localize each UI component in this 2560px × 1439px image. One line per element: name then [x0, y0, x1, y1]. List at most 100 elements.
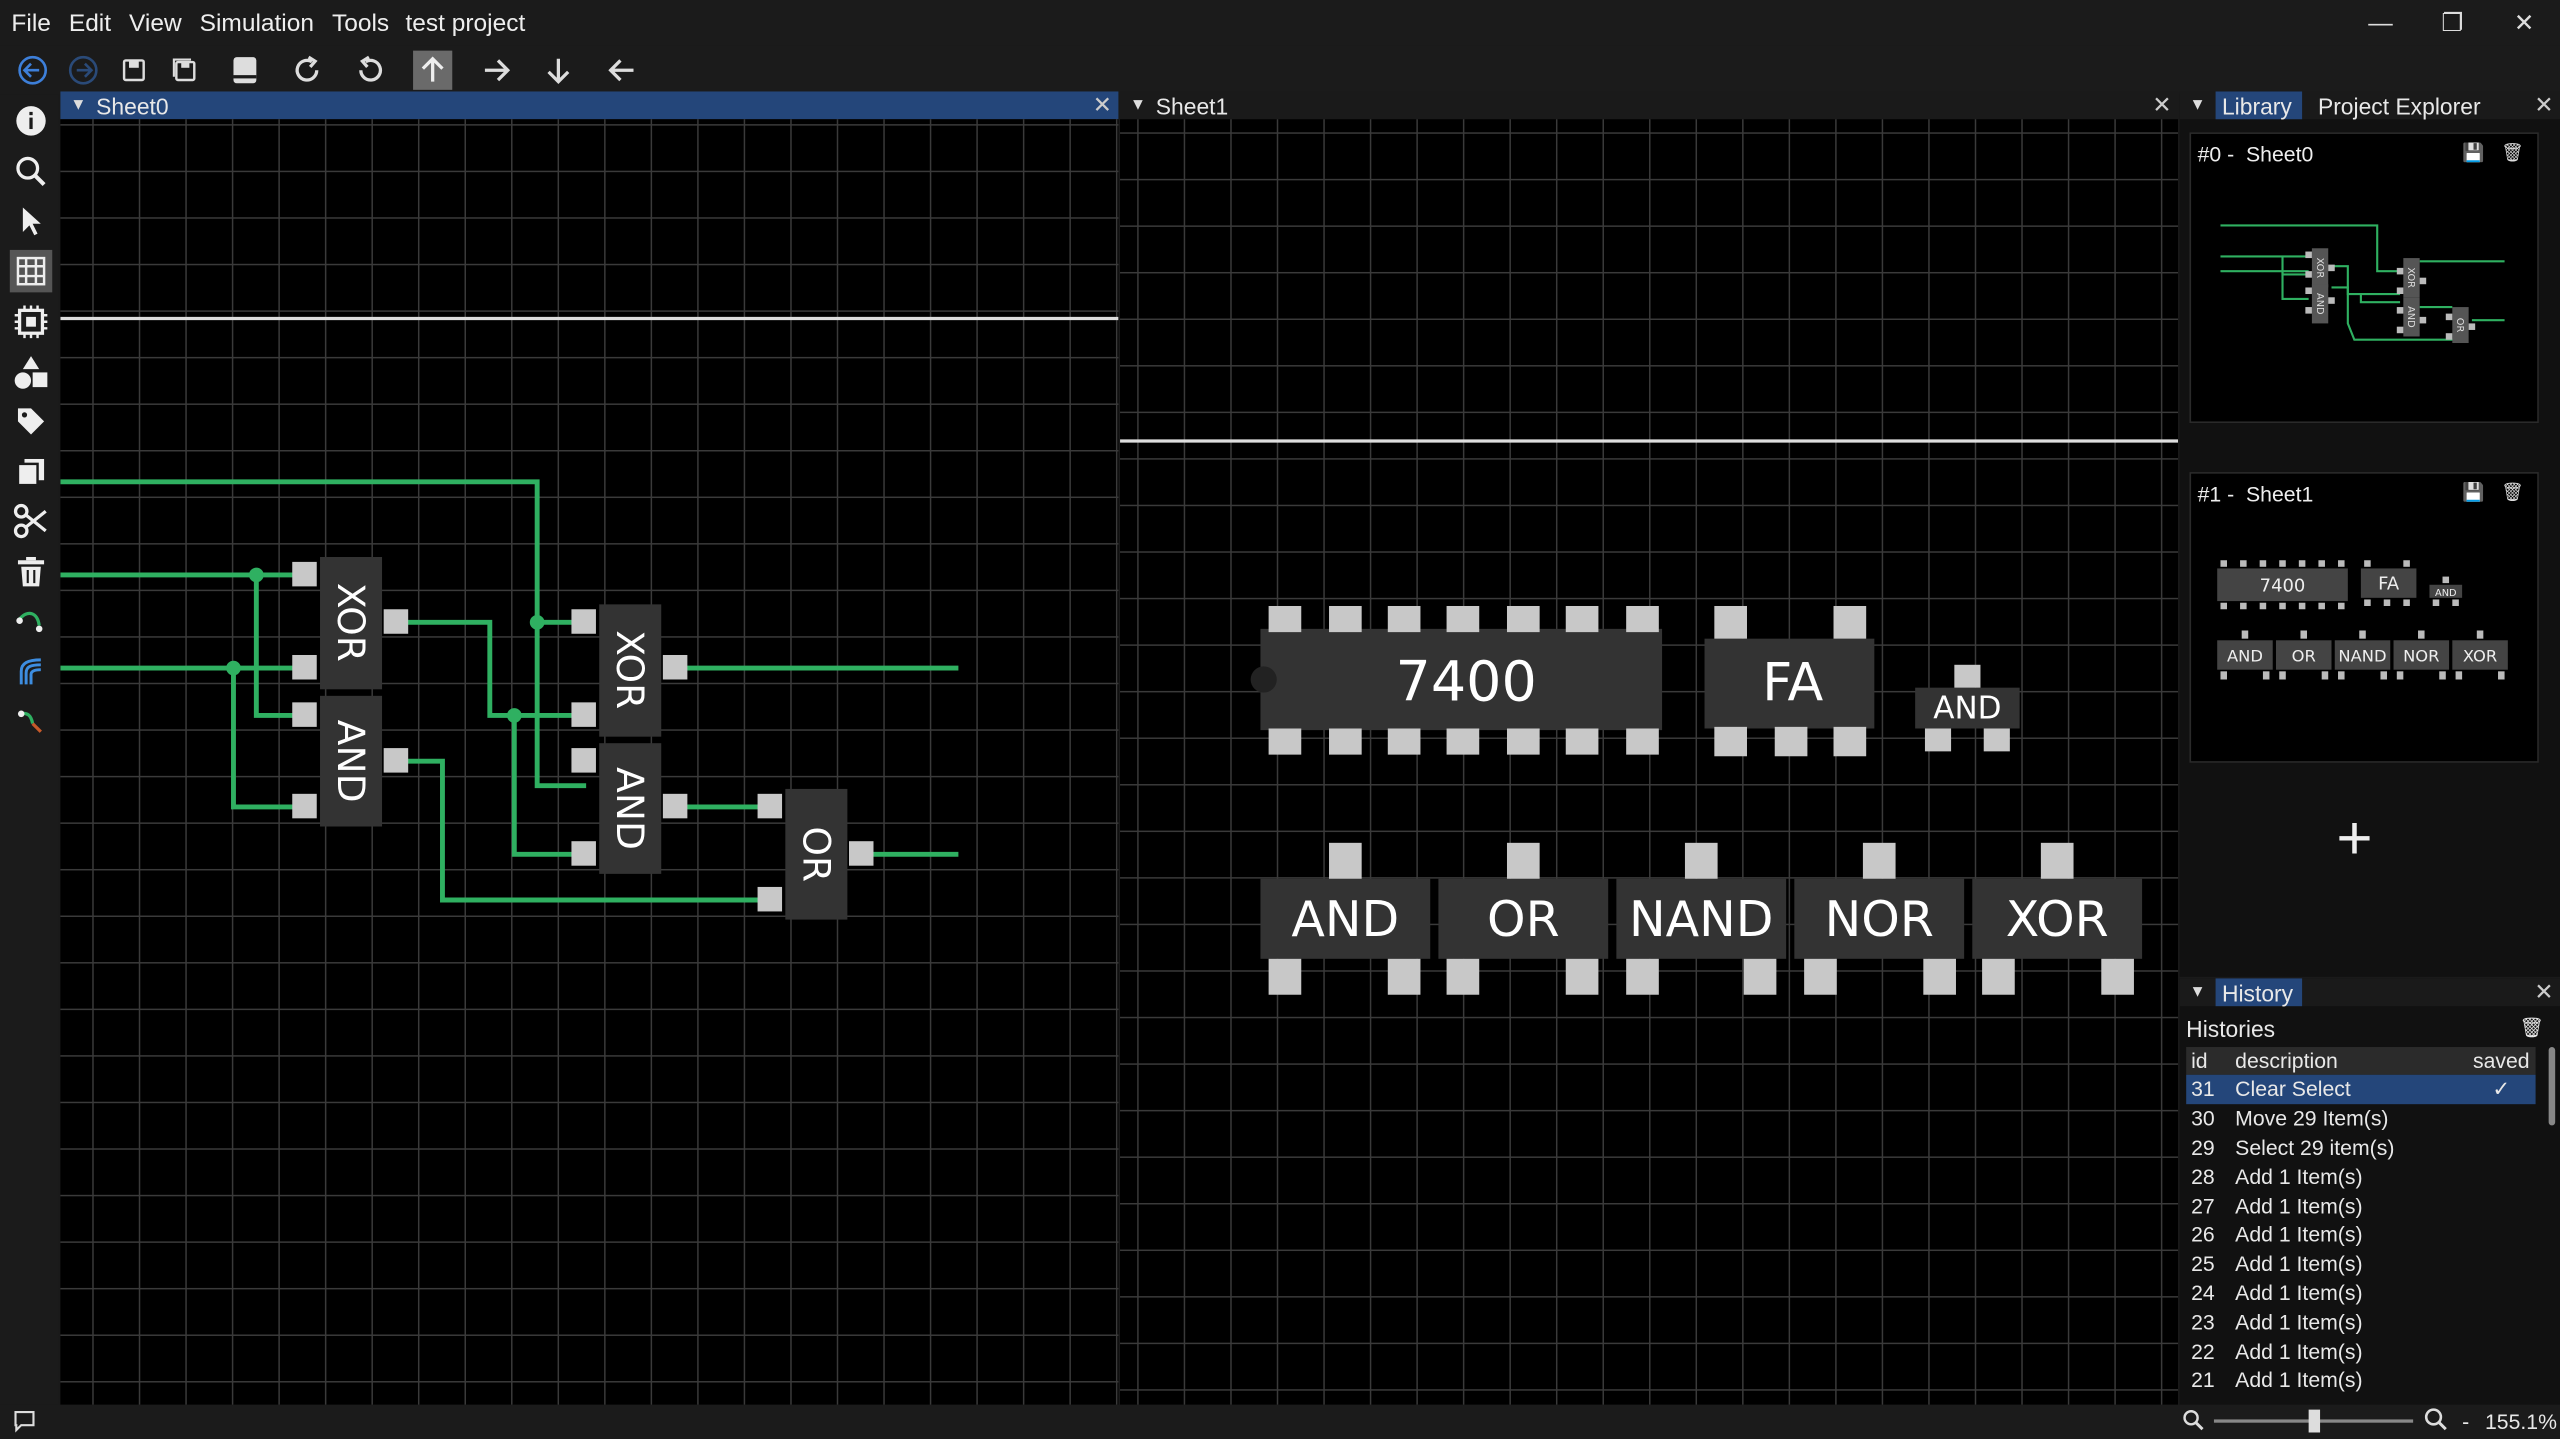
svg-text:7400: 7400	[2260, 575, 2306, 596]
chip-icon[interactable]	[10, 301, 52, 343]
history-row[interactable]: 31 Clear Select ✓	[2186, 1074, 2536, 1104]
history-row[interactable]: 27 Add 1 Item(s)	[2186, 1191, 2535, 1220]
copy-icon[interactable]	[10, 451, 52, 493]
sheet1-panel: ▼ Sheet1 ✕ 7400 FA AND AND OR NAND NOR X…	[1120, 91, 2179, 1405]
zoom-separator: -	[2462, 1409, 2470, 1435]
restore-button[interactable]: ❐	[2416, 0, 2488, 46]
search-icon[interactable]	[10, 150, 52, 192]
history-row[interactable]: 23 Add 1 Item(s)	[2186, 1307, 2535, 1336]
history-row[interactable]: 30 Move 29 Item(s)	[2186, 1104, 2535, 1133]
clear-history-icon[interactable]: 🗑	[2519, 1016, 2544, 1039]
grid-icon[interactable]	[9, 249, 53, 293]
history-table: id description saved 31 Clear Select ✓ 30 M…	[2186, 1047, 2536, 1395]
tab-sheet0[interactable]: Sheet0	[96, 92, 168, 118]
tag-icon[interactable]	[10, 400, 52, 442]
sheet1-header: ▼ Sheet1 ✕	[1120, 91, 2179, 120]
history-row[interactable]: 29 Select 29 item(s)	[2186, 1133, 2535, 1162]
wire-junctions	[226, 567, 545, 723]
collapse-icon[interactable]: ▼	[2189, 983, 2205, 1001]
zoom-out-icon[interactable]	[2183, 1410, 2204, 1431]
gate-row: AND OR NAND NOR XOR	[1260, 842, 2143, 995]
library-card-sheet1[interactable]: #1 - Sheet1 💾 🗑 7400 FA AND AND OR NAND …	[2189, 472, 2539, 763]
collapse-icon[interactable]: ▼	[1130, 96, 1146, 114]
library-card-sheet0[interactable]: #0 - Sheet0 💾 🗑 XOR AND XOR AND OR	[2189, 132, 2539, 424]
zoom-level: 155.1%	[2484, 1409, 2557, 1435]
tab-library[interactable]: Library	[2215, 91, 2302, 120]
save-icon[interactable]: 💾	[2462, 482, 2484, 503]
svg-text:AND: AND	[2405, 306, 2416, 328]
chat-icon[interactable]	[13, 1410, 36, 1433]
pointer-icon[interactable]	[10, 199, 52, 241]
notebook-icon[interactable]	[225, 51, 264, 90]
collapse-icon[interactable]: ▼	[2189, 96, 2205, 114]
menu-simulation[interactable]: Simulation	[193, 9, 320, 37]
toolbar	[0, 45, 2560, 95]
history-row[interactable]: 21 Add 1 Item(s)	[2186, 1365, 2535, 1394]
check-icon: ✓	[2492, 1076, 2511, 1101]
close-library-button[interactable]: ✕	[2534, 91, 2553, 119]
add-sheet-button[interactable]: +	[2336, 807, 2372, 872]
redo-icon[interactable]	[287, 51, 326, 90]
history-row[interactable]: 26 Add 1 Item(s)	[2186, 1220, 2535, 1249]
svg-text:AND: AND	[2227, 647, 2263, 666]
gate-nor-label: NOR	[1825, 891, 1934, 948]
zoom-slider-thumb[interactable]	[2307, 1409, 2320, 1433]
card-title: #1 - Sheet1	[2197, 481, 2314, 507]
forward-icon[interactable]	[64, 51, 103, 90]
minimize-button[interactable]: —	[2345, 0, 2417, 46]
collapse-icon[interactable]: ▼	[70, 96, 86, 114]
history-row[interactable]: 24 Add 1 Item(s)	[2186, 1278, 2535, 1307]
zoom-in-icon[interactable]	[2424, 1408, 2448, 1431]
arrow-right-icon[interactable]	[477, 51, 516, 90]
history-row[interactable]: 22 Add 1 Item(s)	[2186, 1336, 2535, 1365]
zoom-slider[interactable]	[2213, 1409, 2414, 1433]
wire-icon[interactable]	[10, 601, 52, 643]
undo-icon[interactable]	[351, 51, 390, 90]
svg-text:AND: AND	[2435, 588, 2457, 599]
sheet0-canvas[interactable]: XOR AND XOR AND OR	[60, 119, 1119, 1405]
arrow-up-icon[interactable]	[413, 50, 453, 90]
history-header: ▼ History ✕	[2179, 978, 2560, 1007]
small-and-gate: AND	[1915, 664, 2020, 752]
trash-icon[interactable]	[10, 550, 52, 592]
save-icon[interactable]: 💾	[2462, 142, 2484, 164]
save-icon[interactable]	[114, 51, 153, 90]
history-table-header: id description saved	[2186, 1047, 2536, 1075]
back-icon[interactable]	[13, 51, 52, 90]
bus-icon[interactable]	[10, 650, 52, 692]
history-row[interactable]: 28 Add 1 Item(s)	[2186, 1162, 2535, 1191]
col-description[interactable]: description	[2235, 1049, 2467, 1074]
col-id[interactable]: id	[2186, 1049, 2235, 1074]
save-all-icon[interactable]	[165, 51, 204, 90]
sheet1-canvas[interactable]: 7400 FA AND AND OR NAND NOR XOR	[1120, 119, 2179, 1405]
history-scrollbar[interactable]	[2548, 1047, 2556, 1126]
menu-edit[interactable]: Edit	[62, 9, 117, 37]
col-saved[interactable]: saved	[2467, 1049, 2536, 1074]
trash-icon[interactable]: 🗑	[2501, 142, 2524, 164]
trash-icon[interactable]: 🗑	[2501, 482, 2524, 503]
card-title: #0 - Sheet0	[2197, 142, 2314, 167]
history-row[interactable]: 25 Add 1 Item(s)	[2186, 1249, 2535, 1278]
menu-file[interactable]: File	[5, 9, 58, 37]
menu-tools[interactable]: Tools	[325, 9, 395, 37]
menu-view[interactable]: View	[123, 9, 189, 37]
info-icon[interactable]	[10, 100, 52, 142]
library-header: ▼ Library Project Explorer ✕	[2179, 91, 2560, 120]
probe-icon[interactable]	[10, 701, 52, 743]
gate-and-1: AND	[329, 720, 373, 803]
close-history-button[interactable]: ✕	[2534, 978, 2553, 1006]
tab-project-explorer[interactable]: Project Explorer	[2311, 91, 2490, 119]
gate-xor-2: XOR	[608, 630, 652, 709]
sheet0-panel: ▼ Sheet0 ✕ XOR AND XOR AND OR	[60, 91, 1119, 1405]
sheet1-circuit[interactable]: 7400 FA AND AND OR NAND NOR XOR	[1120, 119, 2179, 1404]
close-window-button[interactable]: ✕	[2488, 0, 2560, 46]
arrow-down-icon[interactable]	[539, 51, 578, 90]
shapes-icon[interactable]	[10, 351, 52, 393]
arrow-left-icon[interactable]	[602, 51, 641, 90]
close-sheet0-button[interactable]: ✕	[1093, 91, 1112, 119]
scissors-icon[interactable]	[10, 500, 52, 542]
tab-history[interactable]: History	[2215, 978, 2303, 1007]
close-sheet1-button[interactable]: ✕	[2152, 91, 2171, 119]
tab-sheet1[interactable]: Sheet1	[1156, 92, 1228, 118]
sheet0-circuit[interactable]: XOR AND XOR AND OR	[60, 119, 1119, 1404]
